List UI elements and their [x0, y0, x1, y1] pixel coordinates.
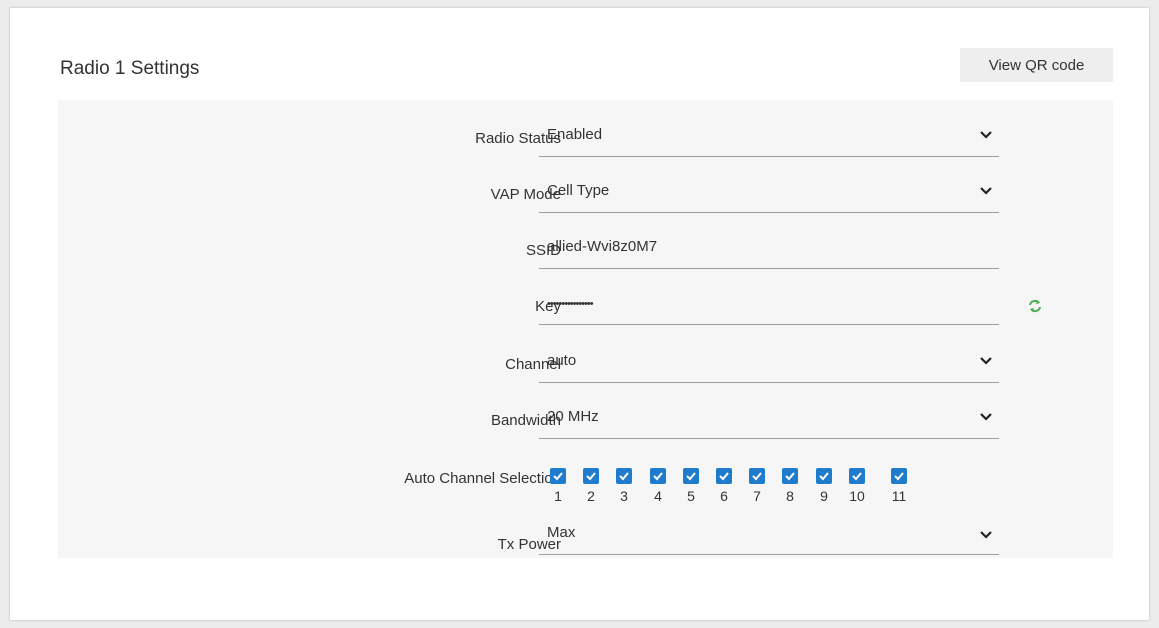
channel-checkbox-8[interactable] [782, 468, 798, 484]
channel-number-4: 4 [654, 488, 662, 504]
channel-checkbox-5[interactable] [683, 468, 699, 484]
channel-value: auto [547, 352, 577, 369]
key-row: Key •••••••••••••••• [58, 288, 1113, 338]
checkmark-icon [686, 472, 696, 481]
channel-checkbox-7[interactable] [749, 468, 765, 484]
radio-status-select[interactable]: Enabled [539, 126, 999, 157]
tx-power-row: Tx Power Max [58, 520, 1113, 570]
auto-channel-row: Auto Channel Selection 1 2 3 4 5 6 7 8 9 10 11 [58, 460, 1113, 510]
settings-form: Radio Status Enabled VAP Mode Cell Type … [58, 100, 1113, 558]
channel-checkbox-10[interactable] [849, 468, 865, 484]
channel-select[interactable]: auto [539, 352, 999, 383]
channel-number-11: 11 [891, 488, 907, 504]
channel-number-3: 3 [620, 488, 628, 504]
channel-checkbox-2[interactable] [583, 468, 599, 484]
bandwidth-select[interactable]: 20 MHz [539, 408, 999, 439]
checkmark-icon [619, 472, 629, 481]
checkmark-icon [752, 472, 762, 481]
chevron-down-icon [980, 187, 992, 195]
checkmark-icon [719, 472, 729, 481]
ssid-value: allied-Wvi8z0M7 [547, 238, 658, 255]
radio-settings-card: Radio 1 Settings View QR code Radio Stat… [10, 8, 1149, 620]
channel-row: Channel auto [58, 344, 1113, 394]
channel-number-8: 8 [786, 488, 794, 504]
vap-mode-select[interactable]: Cell Type [539, 182, 999, 213]
channel-number-10: 10 [849, 488, 865, 504]
bandwidth-row: Bandwidth 20 MHz [58, 400, 1113, 450]
checkmark-icon [852, 472, 862, 481]
tx-power-select[interactable]: Max [539, 524, 999, 555]
checkmark-icon [653, 472, 663, 481]
key-input[interactable]: •••••••••••••••• [539, 294, 999, 325]
channel-checkbox-1[interactable] [550, 468, 566, 484]
checkmark-icon [553, 472, 563, 481]
channel-number-1: 1 [554, 488, 562, 504]
checkmark-icon [785, 472, 795, 481]
refresh-icon[interactable] [1027, 298, 1043, 314]
channel-number-7: 7 [753, 488, 761, 504]
channel-checkbox-6[interactable] [716, 468, 732, 484]
chevron-down-icon [980, 357, 992, 365]
channel-number-5: 5 [687, 488, 695, 504]
key-value: •••••••••••••••• [547, 298, 594, 310]
view-qr-code-button[interactable]: View QR code [960, 48, 1113, 82]
checkmark-icon [894, 472, 904, 481]
chevron-down-icon [980, 413, 992, 421]
channel-checkbox-11[interactable] [891, 468, 907, 484]
channel-number-9: 9 [820, 488, 828, 504]
channel-checkbox-9[interactable] [816, 468, 832, 484]
checkmark-icon [586, 472, 596, 481]
channel-checkbox-3[interactable] [616, 468, 632, 484]
chevron-down-icon [980, 131, 992, 139]
auto-channel-label: Auto Channel Selection [404, 470, 561, 487]
channel-number-6: 6 [720, 488, 728, 504]
vap-mode-row: VAP Mode Cell Type [58, 176, 1113, 226]
radio-status-value: Enabled [547, 126, 603, 143]
radio-status-row: Radio Status Enabled [58, 120, 1113, 170]
tx-power-value: Max [547, 524, 576, 541]
checkmark-icon [819, 472, 829, 481]
ssid-input[interactable]: allied-Wvi8z0M7 [539, 238, 999, 269]
chevron-down-icon [980, 531, 992, 539]
channel-number-2: 2 [587, 488, 595, 504]
channel-checkbox-4[interactable] [650, 468, 666, 484]
vap-mode-value: Cell Type [547, 182, 610, 199]
page-title: Radio 1 Settings [60, 58, 200, 79]
bandwidth-value: 20 MHz [547, 408, 599, 425]
card-header: Radio 1 Settings View QR code [10, 8, 1149, 100]
ssid-row: SSID allied-Wvi8z0M7 [58, 232, 1113, 282]
